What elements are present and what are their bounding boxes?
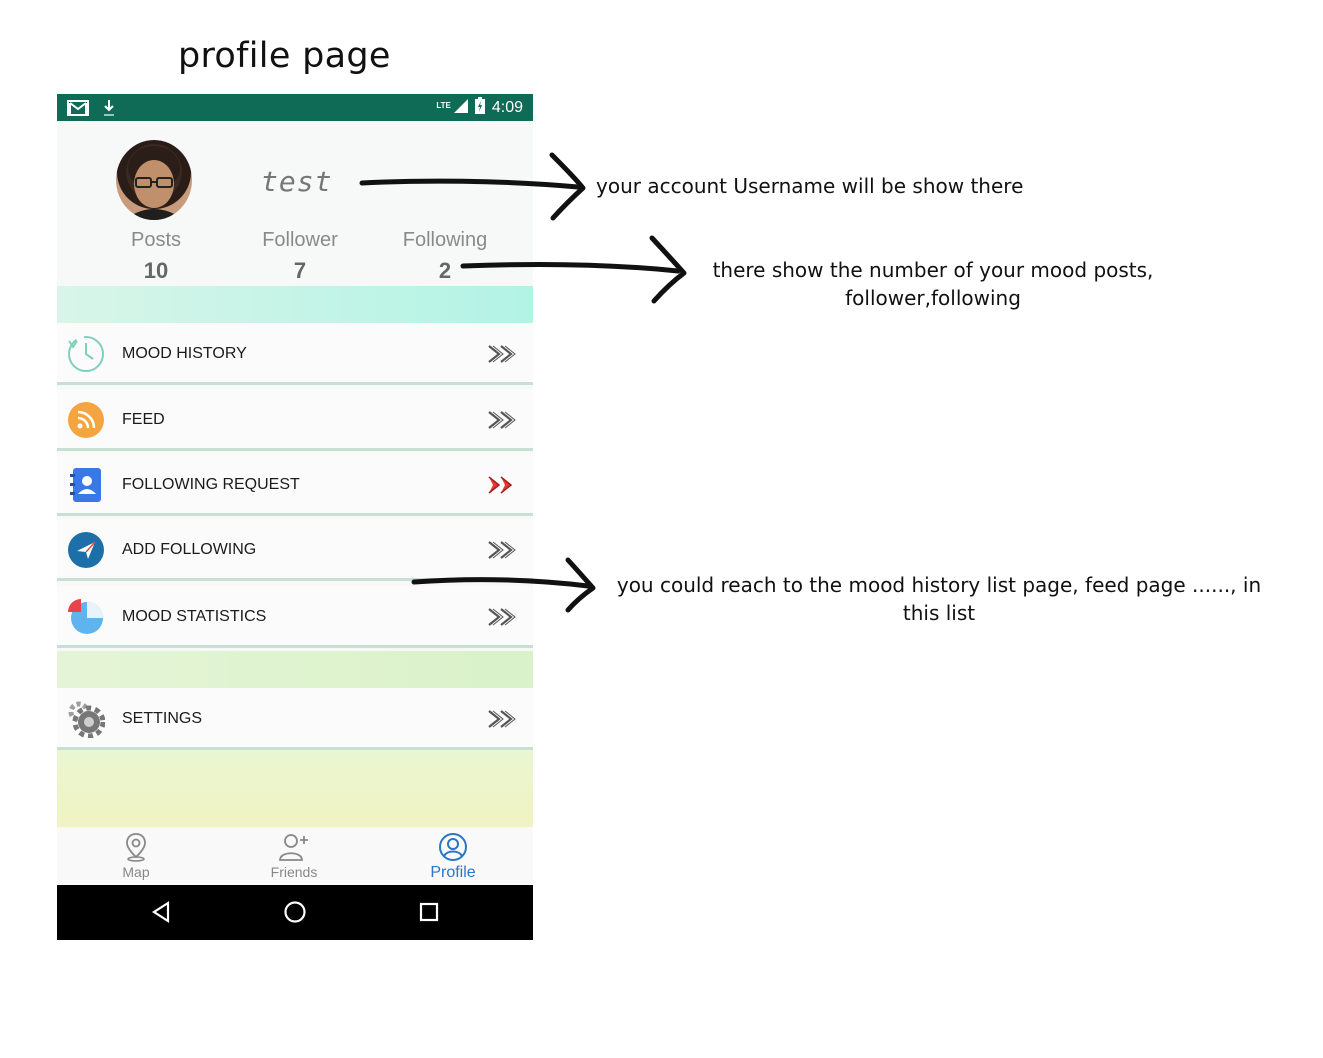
annotation-text: there show the number of your mood posts… xyxy=(712,258,1154,282)
annotation-text: this list xyxy=(902,601,976,625)
annotation-stats: there show the number of your mood posts… xyxy=(700,256,1166,312)
annotation-text: your account Username will be show there xyxy=(596,174,1024,198)
arrow-stats xyxy=(460,235,687,304)
annotation-arrows xyxy=(359,152,687,613)
annotation-text: follower,following xyxy=(845,286,1021,310)
annotation-menu: you could reach to the mood history list… xyxy=(614,571,1264,627)
annotation-username: your account Username will be show there xyxy=(596,172,1026,200)
arrow-menu xyxy=(411,557,596,613)
annotation-text: you could reach to the mood history list… xyxy=(616,573,1262,597)
arrow-username xyxy=(359,152,586,221)
